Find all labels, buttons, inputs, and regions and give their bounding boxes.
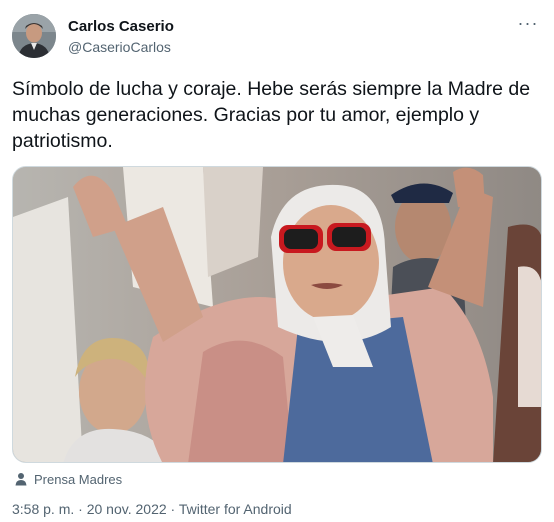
media-tag[interactable]: Prensa Madres — [14, 470, 122, 488]
tweet-card: Carlos Caserio @CaserioCarlos ··· Símbol… — [0, 0, 554, 522]
avatar[interactable] — [12, 14, 56, 58]
tweet-header: Carlos Caserio @CaserioCarlos ··· — [12, 14, 542, 62]
tweet-time[interactable]: 3:58 p. m. — [12, 501, 74, 517]
author-handle[interactable]: @CaserioCarlos — [68, 38, 174, 56]
tweet-photo[interactable] — [12, 166, 542, 463]
tweet-text: Símbolo de lucha y coraje. Hebe serás si… — [12, 78, 531, 152]
tweet-source[interactable]: Twitter for Android — [179, 501, 292, 517]
person-icon — [15, 473, 27, 486]
author-names: Carlos Caserio @CaserioCarlos — [68, 17, 174, 56]
tweet-meta: 3:58 p. m. · 20 nov. 2022 · Twitter for … — [12, 500, 292, 518]
more-icon[interactable]: ··· — [516, 14, 540, 36]
meta-separator: · — [74, 501, 87, 517]
media-tag-label: Prensa Madres — [34, 471, 123, 487]
tweet-date[interactable]: 20 nov. 2022 — [87, 501, 167, 517]
meta-separator-2: · — [166, 501, 179, 517]
author-display-name[interactable]: Carlos Caserio — [68, 17, 174, 37]
